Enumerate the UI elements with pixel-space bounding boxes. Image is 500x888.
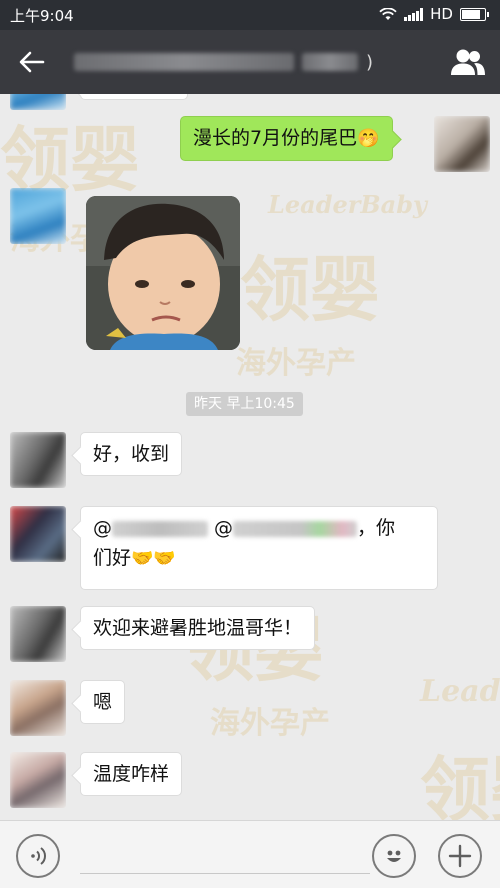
child-photo (86, 196, 240, 350)
watermark-brand: 领婴 (240, 248, 380, 331)
message-text: 好，收到 (93, 443, 170, 465)
voice-input-button[interactable] (16, 834, 60, 878)
more-options-button[interactable] (438, 834, 482, 878)
mention-symbol: @ (214, 517, 234, 539)
message-bubble[interactable]: 欢迎来避暑胜地温哥华！ (80, 606, 316, 650)
avatar[interactable] (10, 94, 66, 110)
message-list[interactable]: 领婴 海外孕产 LeaderBaby 领婴 海外孕产 LeaderBaby 领婴… (0, 94, 500, 820)
avatar-self[interactable] (434, 116, 490, 172)
mention-name-redacted (233, 520, 358, 537)
voice-input-icon (31, 847, 46, 865)
message-text: 漫长的7月份的尾巴 (193, 127, 358, 149)
message-text: 嗯 (93, 691, 113, 713)
status-indicators: HD (379, 5, 489, 23)
network-type: HD (430, 5, 453, 23)
avatar[interactable] (10, 432, 66, 488)
message-bubble[interactable]: @ @ ，你 们好🤝🤝 (80, 506, 438, 590)
message-bubble-partial[interactable] (80, 94, 188, 100)
emoji-button[interactable] (372, 834, 416, 878)
message-bubble-self[interactable]: 漫长的7月份的尾巴🤭 (180, 116, 393, 161)
watermark-tagline: 海外孕产 (236, 346, 356, 381)
avatar[interactable] (10, 752, 66, 808)
status-time: 上午9:04 (10, 7, 74, 25)
chat-title-paren: ) (366, 51, 374, 73)
avatar[interactable] (10, 506, 66, 562)
handshake-emoji-icon: 🤝🤝 (131, 548, 176, 569)
wifi-icon (379, 7, 397, 20)
message-input[interactable] (80, 873, 370, 874)
watermark-tagline: 海外孕产 (210, 706, 330, 741)
member-count-redacted (302, 53, 358, 71)
chat-header: ) (0, 30, 500, 94)
mention-name-redacted (112, 520, 208, 537)
message-text: 欢迎来避暑胜地温哥华！ (93, 617, 303, 639)
time-divider: 昨天 早上10:45 (186, 392, 303, 416)
avatar[interactable] (10, 680, 66, 736)
chat-title-redacted (74, 53, 294, 71)
group-info-button[interactable] (446, 42, 490, 82)
emoji-smile-icon (387, 850, 401, 862)
back-arrow-icon (19, 51, 45, 73)
battery-fill (462, 9, 480, 19)
signal-icon (404, 7, 424, 21)
message-text: ，你 (357, 517, 396, 539)
emoji-icon: 🤭 (357, 128, 380, 149)
back-button[interactable] (10, 42, 54, 82)
message-text: 们好 (93, 547, 132, 569)
battery-icon (460, 7, 489, 21)
mention-symbol: @ (93, 517, 112, 539)
chat-title: ) (74, 50, 414, 74)
watermark-english: LeaderBaby (268, 190, 427, 219)
message-bubble[interactable]: 嗯 (80, 680, 126, 724)
watermark-brand: 领婴 (420, 748, 500, 820)
message-bubble[interactable]: 温度咋样 (80, 752, 183, 796)
avatar[interactable] (10, 188, 66, 244)
image-message[interactable] (86, 196, 240, 350)
plus-icon (448, 844, 472, 868)
watermark-english: LeaderBaby (420, 674, 500, 709)
input-bar (0, 820, 500, 888)
message-bubble[interactable]: 好，收到 (80, 432, 183, 476)
avatar[interactable] (10, 606, 66, 662)
group-members-icon (451, 49, 485, 75)
message-text: 温度咋样 (93, 763, 170, 785)
status-bar: 上午9:04 HD (0, 0, 500, 30)
